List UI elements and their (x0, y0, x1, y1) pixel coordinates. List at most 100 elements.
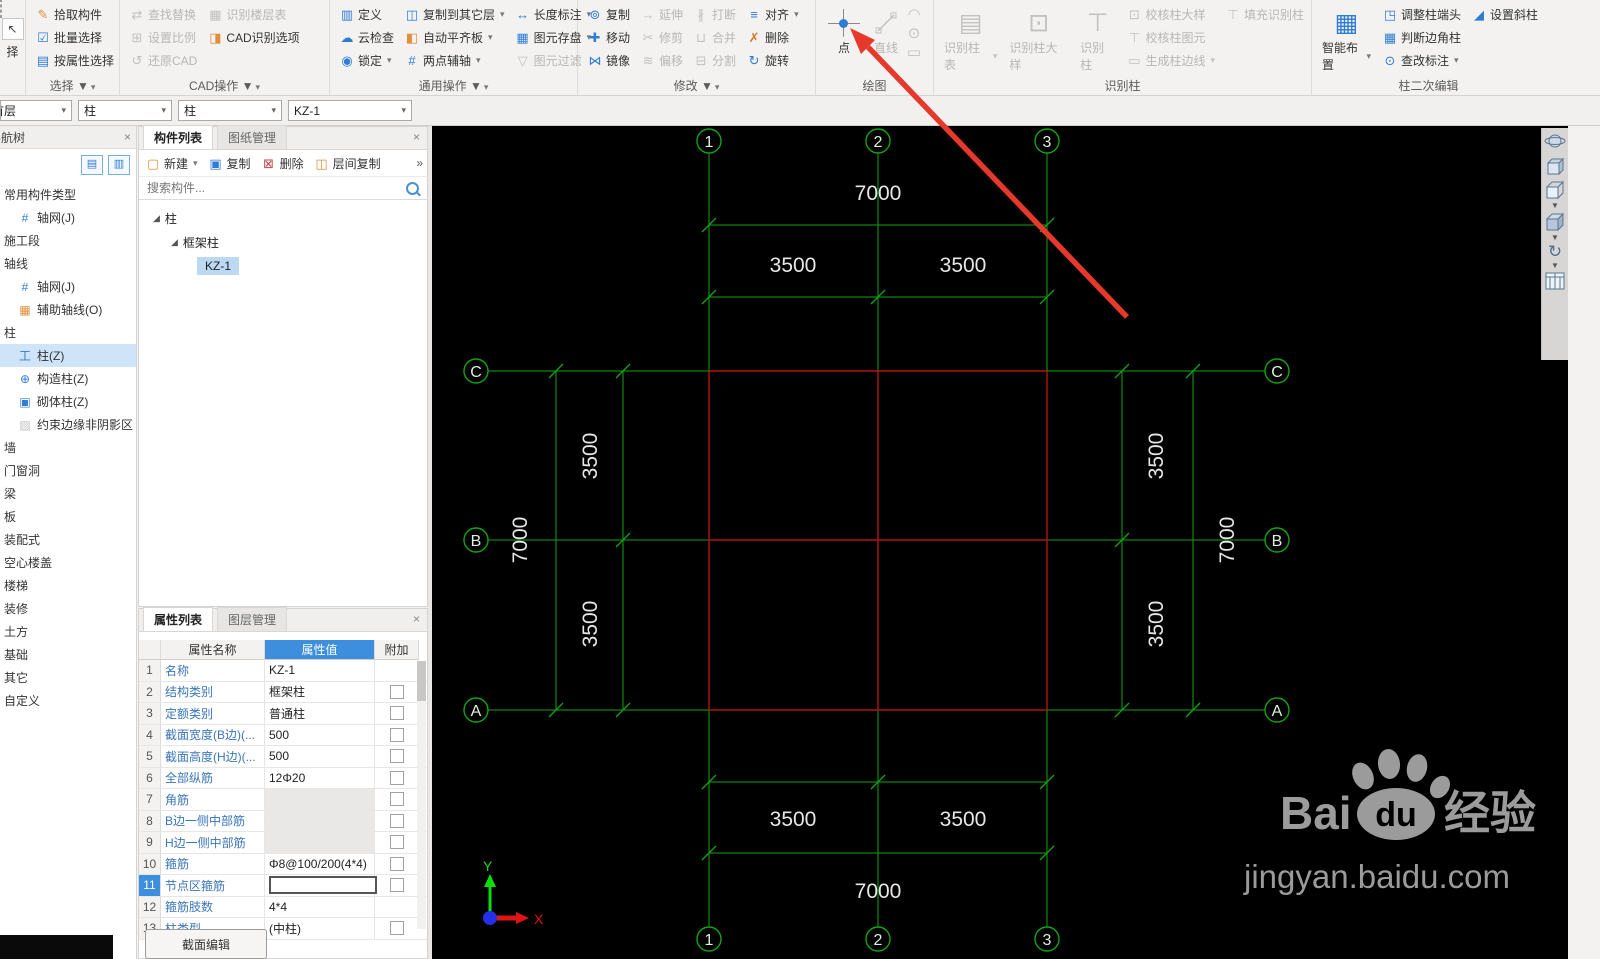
auto-align-slab-button[interactable]: ◧ 自动平齐板 (401, 26, 508, 49)
new-component-button[interactable]: ▢ 新建 (145, 155, 198, 172)
extra-checkbox[interactable] (390, 727, 404, 742)
tab-component-list[interactable]: 构件列表 (143, 125, 214, 149)
scrollbar[interactable] (417, 661, 426, 929)
extra-checkbox[interactable] (390, 835, 404, 850)
sidebar-item-column-selected[interactable]: 工柱(Z) (0, 344, 136, 367)
sidebar-item-masonry-column[interactable]: ▣ 砌体柱(Z) (0, 390, 136, 413)
floor-select[interactable]: 首层▾ (0, 100, 72, 121)
mirror-button[interactable]: ⋈ 镜像 (584, 49, 633, 72)
group-label-common[interactable]: 通用操作 ▼ (330, 77, 577, 94)
find-replace-button[interactable]: ⇄ 查找替换 (126, 3, 200, 26)
extra-checkbox[interactable] (390, 706, 404, 721)
sidebar-header-construction-section[interactable]: 施工段 (0, 229, 136, 252)
fill-recognize-column-button[interactable]: ⊤ 填充识别柱 (1222, 3, 1307, 26)
list-view-toggle[interactable]: ▤ (81, 155, 103, 175)
copy-to-other-floor-button[interactable]: ◫ 复制到其它层 (401, 3, 508, 26)
move-button[interactable]: ✚ 移动 (584, 26, 633, 49)
extra-checkbox[interactable] (390, 813, 404, 828)
chevron-down-icon[interactable]: ▼ (1551, 202, 1559, 210)
component-type-select[interactable]: 柱 ▾ (178, 100, 282, 121)
check-column-element-button[interactable]: ⊤ 校核柱图元 (1123, 26, 1218, 49)
sidebar-header-common-types[interactable]: 常用构件类型 (0, 183, 136, 206)
card-view-toggle[interactable]: ▥ (108, 155, 130, 175)
circle-tool-icon[interactable]: ⊙ (906, 26, 922, 41)
cad-recognize-options-button[interactable]: ◨ CAD识别选项 (204, 26, 302, 49)
extra-checkbox[interactable] (390, 770, 404, 785)
search-icon[interactable] (406, 181, 419, 195)
generate-column-edge-button[interactable]: ▭ 生成柱边线 (1123, 49, 1218, 72)
rotate-button[interactable]: ↻ 旋转 (743, 49, 802, 72)
interfloor-copy-button[interactable]: ◫ 层间复制 (314, 155, 380, 172)
extra-checkbox[interactable] (390, 878, 404, 893)
table-view-icon[interactable] (1544, 271, 1566, 291)
batch-select-button[interactable]: ☑ 批量选择 (32, 26, 117, 49)
copy-button[interactable]: ⊚ 复制 (584, 3, 633, 26)
group-label-modify[interactable]: 修改 ▼ (578, 77, 815, 94)
component-name-select[interactable]: KZ-1 ▾ (288, 100, 412, 121)
sidebar-item-axis-grid-2[interactable]: # 轴网(J) (0, 275, 136, 298)
two-point-aux-axis-button[interactable]: # 两点辅轴 (401, 49, 508, 72)
drawing-canvas[interactable]: 1 2 3 1 2 3 C B A C B A 7000 3500 3500 3… (432, 126, 1568, 959)
split-button[interactable]: ⊟ 分割 (690, 49, 739, 72)
sidebar-header-other[interactable]: 其它 (0, 666, 136, 689)
extra-checkbox[interactable] (390, 749, 404, 764)
chevron-down-icon[interactable]: ▼ (1551, 234, 1559, 242)
sidebar-header-column[interactable]: 柱 (0, 321, 136, 344)
tree-node-column[interactable]: ◢ 柱 (139, 206, 427, 230)
delete-button[interactable]: ✗ 删除 (743, 26, 802, 49)
recognize-column-detail-button[interactable]: ⊡ 识别柱大样 (1005, 3, 1072, 73)
adjust-column-end-button[interactable]: ◳ 调整柱端头 (1379, 3, 1464, 26)
arc-tool-icon[interactable]: ◠ (906, 7, 922, 22)
sidebar-header-axis[interactable]: 轴线 (0, 252, 136, 275)
sidebar-header-beam[interactable]: 梁 (0, 482, 136, 505)
sidebar-header-custom[interactable]: 自定义 (0, 689, 136, 712)
close-icon[interactable]: × (408, 612, 425, 626)
sidebar-header-decoration[interactable]: 装修 (0, 597, 136, 620)
lock-button[interactable]: ◉ 锁定 (336, 49, 397, 72)
sidebar-item-aux-axis[interactable]: ▦ 辅助轴线(O) (0, 298, 136, 321)
pick-component-button[interactable]: ✎ 拾取构件 (32, 3, 117, 26)
chevron-down-icon[interactable]: ▼ (1551, 262, 1559, 270)
copy-component-button[interactable]: ▣ 复制 (208, 155, 250, 172)
judge-edge-corner-column-button[interactable]: ▦ 判断边角柱 (1379, 26, 1464, 49)
check-edit-dimension-button[interactable]: ⊙ 查改标注 (1379, 49, 1464, 72)
search-input[interactable] (145, 180, 406, 196)
define-button[interactable]: ▥ 定义 (336, 3, 397, 26)
tab-layer-management[interactable]: 图层管理 (217, 607, 288, 631)
joint-stirrup-input[interactable] (269, 876, 377, 895)
close-icon[interactable]: × (119, 130, 136, 144)
point-tool-button[interactable]: 点 (822, 3, 866, 60)
set-slant-column-button[interactable]: ◢ 设置斜柱 (1468, 3, 1541, 26)
recognize-column-button[interactable]: ⊤ 识别柱 (1076, 3, 1119, 73)
select-by-attribute-button[interactable]: ▤ 按属性选择 (32, 49, 117, 72)
check-column-detail-button[interactable]: ⊡ 校核柱大样 (1123, 3, 1218, 26)
set-scale-button[interactable]: ⊞ 设置比例 (126, 26, 200, 49)
delete-component-button[interactable]: ⊠ 删除 (261, 155, 303, 172)
sidebar-item-constrained-edge[interactable]: ▨ 约束边缘非阴影区 (0, 413, 136, 436)
sidebar-header-slab[interactable]: 板 (0, 505, 136, 528)
extra-checkbox[interactable] (390, 856, 404, 871)
recognize-floor-table-button[interactable]: ▦ 识别楼层表 (204, 3, 302, 26)
expander-icon[interactable]: ◢ (171, 237, 178, 248)
select-mode-edge-button[interactable]: ↖ 择 (0, 0, 26, 95)
more-tools-icon[interactable]: » (416, 156, 423, 170)
sidebar-header-foundation[interactable]: 基础 (0, 643, 136, 666)
close-icon[interactable]: × (408, 130, 425, 144)
tree-node-frame-column[interactable]: ◢ 框架柱 (139, 230, 427, 254)
trim-button[interactable]: ✂ 修剪 (637, 26, 686, 49)
section-edit-button[interactable]: 截面编辑 (145, 929, 267, 959)
sidebar-header-earthwork[interactable]: 土方 (0, 620, 136, 643)
restore-cad-button[interactable]: ↺ 还原CAD (126, 49, 200, 72)
merge-button[interactable]: ⊔ 合并 (690, 26, 739, 49)
rectangle-tool-icon[interactable]: ▭ (906, 45, 922, 60)
rotate-view-icon[interactable]: ↻ (1548, 243, 1562, 261)
group-label-cad[interactable]: CAD操作 ▼ (120, 77, 329, 94)
smart-layout-button[interactable]: ▦ 智能布置 (1318, 3, 1375, 73)
break-button[interactable]: ∦ 打断 (690, 3, 739, 26)
tab-drawing-management[interactable]: 图纸管理 (217, 125, 288, 149)
view-3d-icon[interactable] (1544, 155, 1566, 177)
align-button[interactable]: ≡ 对齐 (743, 3, 802, 26)
extra-checkbox[interactable] (390, 684, 404, 699)
extend-button[interactable]: → 延伸 (637, 3, 686, 26)
sidebar-header-hollow-floor[interactable]: 空心楼盖 (0, 551, 136, 574)
